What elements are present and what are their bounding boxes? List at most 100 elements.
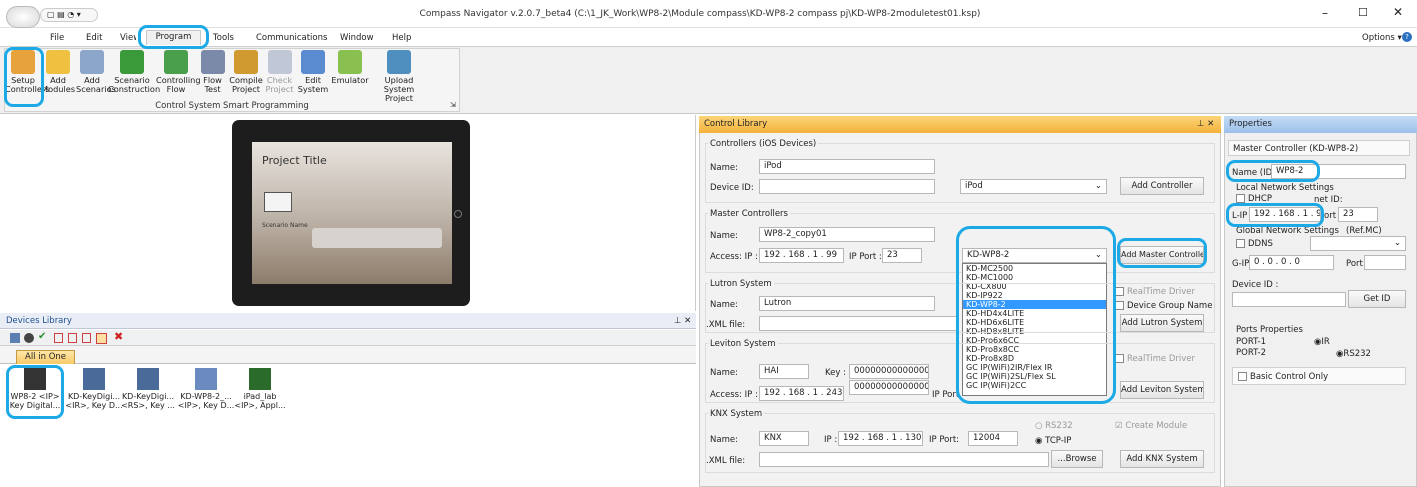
tab-all-in-one[interactable]: All in One [16,350,75,364]
knx-ip-input[interactable]: 192 . 168 . 1 . 130 [838,431,923,446]
master-ip-input[interactable]: 192 . 168 . 1 . 99 [759,248,844,263]
leviton-key2-input[interactable]: 0000000000000000 [849,380,929,395]
device-icon[interactable] [10,333,20,343]
prop-ddns-select[interactable]: ⌄ [1310,236,1406,251]
lutron-realtime-label: RealTime Driver [1127,287,1195,297]
knx-name-input[interactable]: KNX [759,431,809,446]
device-item[interactable]: iPad_lab <IP>, Appl... [230,368,290,410]
prop-dhcp-checkbox[interactable]: DHCP [1236,194,1272,204]
menu-help[interactable]: Help [392,33,411,43]
ribbon-label-line2: Flow [166,84,186,94]
options-menu[interactable]: Options ▾ [1362,33,1402,43]
ribbon-button-emulator[interactable]: Emulator [330,50,370,100]
lutron-name-input[interactable]: Lutron [759,296,935,311]
lutron-xml-input[interactable] [759,316,959,331]
device-name: WP8-2 <IP> [10,392,60,401]
device-item[interactable]: KD-WP8-2_... <IP>, Key D... [176,368,236,410]
control-library-pin[interactable]: ⊥ ✕ [1197,119,1214,129]
dropdown-option[interactable]: KD-MC2500 [963,264,1106,273]
prop-basic-control-checkbox[interactable]: Basic Control Only [1238,372,1328,382]
add-lutron-system-button[interactable]: Add Lutron System [1120,314,1204,332]
prop-gip-input[interactable]: 0 . 0 . 0 . 0 [1249,255,1334,270]
ribbon-button-flow-test[interactable]: Flow Test [196,50,229,100]
knx-name-label: Name: [710,435,738,445]
master-type-select[interactable]: KD-WP8-2 ⌄ [962,248,1107,263]
add-knx-system-button[interactable]: Add KNX System [1120,450,1204,468]
ios-name-input[interactable]: iPod [759,159,935,174]
get-id-button[interactable]: Get ID [1348,290,1406,308]
page-icon-3[interactable] [82,333,91,343]
prop-ddns-checkbox[interactable]: DDNS [1236,239,1273,249]
ribbon-button-compile-project[interactable]: Compile Project [229,50,263,100]
add-controller-button[interactable]: Add Controller [1120,177,1204,195]
ios-device-id-input[interactable] [759,179,935,194]
ios-type-select[interactable]: iPod ⌄ [960,179,1107,194]
knx-create-module-checkbox[interactable]: ☑ Create Module [1115,421,1187,431]
ribbon-button-add-modules[interactable]: Add Modules [41,50,75,100]
menu-program[interactable]: Program [146,30,201,45]
knx-browse-button[interactable]: ...Browse [1051,450,1103,468]
menu-edit[interactable]: Edit [86,33,102,43]
page-icon[interactable] [54,333,63,343]
lutron-realtime-checkbox[interactable]: RealTime Driver [1115,287,1195,297]
knx-tcpip-radio[interactable]: ◉ TCP-IP [1035,436,1071,446]
master-port-input[interactable]: 23 [882,248,922,263]
close-icon[interactable]: ✕ [1393,5,1403,19]
menu-window[interactable]: Window [340,33,374,43]
ribbon-button-controlling-flow[interactable]: Controlling Flow [156,50,201,100]
ribbon-icon-8 [301,50,325,74]
prop-name-input[interactable]: WP8-2 [1271,164,1406,179]
minimize-icon[interactable]: – [1322,6,1328,20]
device-item[interactable]: KD-KeyDigi... <RS>, Key ... [118,368,178,410]
dialog-launcher-icon[interactable]: ⇲ [450,101,456,109]
knx-group-title: KNX System [708,409,765,419]
master-name-input[interactable]: WP8-2_copy01 [759,227,935,242]
prop-port2-rs232-radio[interactable]: ◉RS232 [1336,349,1371,359]
lutron-device-group-checkbox[interactable]: Device Group Name [1115,301,1212,311]
help-icon[interactable]: ? [1402,32,1412,42]
knx-port-input[interactable]: 12004 [968,431,1018,446]
prop-local-network-label: Local Network Settings [1236,183,1334,193]
leviton-key1-input[interactable]: 0000000000000000 [849,364,929,379]
page-icon-2[interactable] [68,333,77,343]
knx-rs232-radio[interactable]: ○ RS232 [1035,421,1073,431]
device-item[interactable]: WP8-2 <IP> Key Digital... [5,368,65,410]
prop-gport-input[interactable] [1364,255,1406,270]
page-icon-4[interactable] [96,333,107,344]
device-name: iPad_lab [243,392,277,401]
prop-port1-ir-radio[interactable]: ◉IR [1314,337,1330,347]
check-icon[interactable]: ✔ [38,331,46,342]
ribbon-button-scenario-construction[interactable]: Scenario Construction [108,50,160,100]
delete-icon[interactable]: ✖ [114,330,123,343]
app-orb[interactable] [6,6,40,28]
menu-file[interactable]: File [50,33,64,43]
menu-view[interactable]: View [120,33,136,43]
menu-communications[interactable]: Communications [256,33,327,43]
knx-xml-input[interactable] [759,452,1049,467]
add-leviton-system-button[interactable]: Add Leviton System [1120,381,1204,399]
prop-device-id-input[interactable] [1232,292,1346,307]
prop-port-input[interactable]: 23 [1338,207,1378,222]
lutron-name-label: Name: [710,300,738,310]
ribbon-button-upload-system-project[interactable]: Upload System Project [370,50,428,103]
ribbon-button-setup-controllers[interactable]: Setup Controllers [5,50,50,100]
leviton-name-input[interactable]: HAI [759,364,809,379]
leviton-realtime-checkbox[interactable]: RealTime Driver [1115,354,1195,364]
ribbon-button-edit-system[interactable]: Edit System [296,50,330,100]
device-name: KD-KeyDigi... [121,392,175,401]
quick-access-toolbar[interactable]: ▢ ▤ ◔ ▾ [40,8,98,22]
leviton-ip-input[interactable]: 192 . 168 . 1 . 243 [759,386,844,401]
maximize-icon[interactable]: ☐ [1358,6,1368,19]
prop-lip-input[interactable]: 192 . 168 . 1 . 99 [1249,207,1321,222]
modules-icon[interactable] [24,333,34,343]
dropdown-option[interactable]: KD-MC1000 [963,273,1106,282]
devices-library-pin[interactable]: ⊥ ✕ [674,316,691,326]
ribbon-button-add-scenarios[interactable]: Add Scenarios [76,50,116,100]
menu-tools[interactable]: Tools [213,33,234,43]
ios-name-label: Name: [710,163,738,173]
device-detail: <IR>, Key D... [65,401,123,410]
device-item[interactable]: KD-KeyDigi... <IR>, Key D... [64,368,124,410]
device-icon [137,368,159,390]
ribbon-button-check-project[interactable]: Check Project [263,50,296,100]
add-master-controller-button[interactable]: Add Master Controller [1120,246,1204,264]
